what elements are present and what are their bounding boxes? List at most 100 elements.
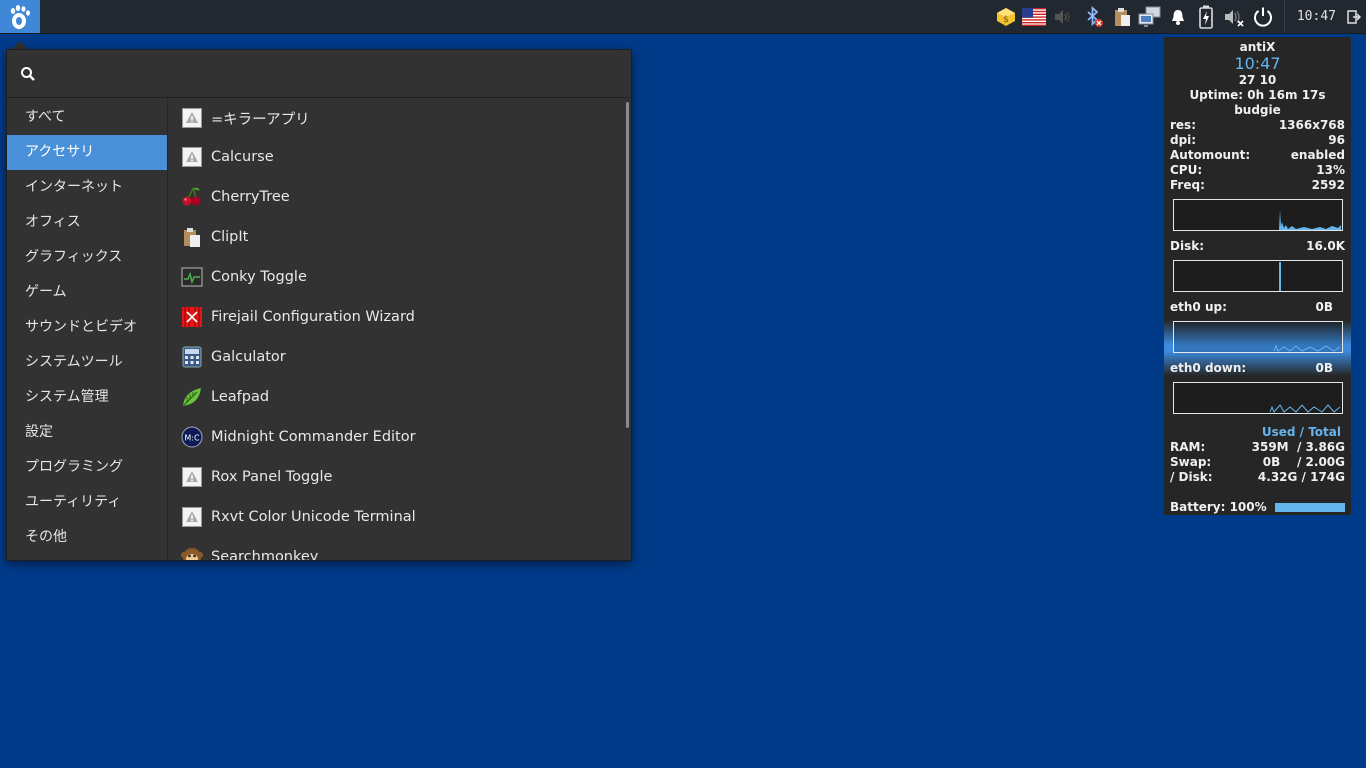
app-label: Rox Panel Toggle <box>211 469 333 485</box>
calculator-icon <box>181 346 203 368</box>
category-internet[interactable]: インターネット <box>7 170 167 205</box>
battery-label: Battery: 100% <box>1170 500 1267 514</box>
conky-used-total-header: Used / Total <box>1164 425 1351 440</box>
dpi-label: dpi: <box>1170 133 1197 147</box>
category-utilities[interactable]: ユーティリティ <box>7 485 167 520</box>
monitor-graph-icon <box>181 266 203 288</box>
app-label: Conky Toggle <box>211 269 307 285</box>
category-settings[interactable]: 設定 <box>7 415 167 450</box>
menu-pointer <box>12 41 28 49</box>
app-label: Searchmonkey <box>211 549 319 560</box>
disk-usage-label: / Disk: <box>1170 470 1213 484</box>
search-bar <box>7 50 631 98</box>
app-item-galculator[interactable]: Galculator <box>168 337 631 377</box>
clipboard-icon <box>181 226 203 248</box>
generic-app-icon <box>181 146 203 168</box>
category-administration[interactable]: システム管理 <box>7 380 167 415</box>
conky-system-monitor: antiX 10:47 27 10 Uptime: 0h 16m 17s bud… <box>1164 37 1351 515</box>
notification-bell-icon[interactable] <box>1166 5 1190 29</box>
category-games[interactable]: ゲーム <box>7 275 167 310</box>
search-icon <box>21 67 35 81</box>
dpi-value: 96 <box>1328 133 1345 147</box>
eth0-up-graph <box>1172 321 1343 353</box>
app-item-clipit[interactable]: ClipIt <box>168 217 631 257</box>
automount-value: enabled <box>1290 148 1345 162</box>
category-office[interactable]: オフィス <box>7 205 167 240</box>
app-item-midnight-commander-editor[interactable]: M:C Midnight Commander Editor <box>168 417 631 457</box>
conky-dpi-row: dpi: 96 <box>1164 133 1351 148</box>
disk-graph <box>1172 260 1343 292</box>
disk-label: Disk: <box>1170 239 1204 253</box>
battery-bar-fill <box>1275 503 1345 512</box>
eth0-up-value: 0B <box>1315 300 1334 314</box>
battery-bar <box>1275 503 1345 512</box>
app-item-searchmonkey[interactable]: Searchmonkey <box>168 537 631 560</box>
volume-muted-icon[interactable] <box>1222 5 1246 29</box>
app-item-firejail-wizard[interactable]: Firejail Configuration Wizard <box>168 297 631 337</box>
app-label: Calcurse <box>211 149 274 165</box>
battery-charging-icon[interactable] <box>1194 5 1218 29</box>
conky-hostname: antiX <box>1239 40 1276 54</box>
volume-muted-icon[interactable] <box>1050 5 1074 29</box>
app-item-rox-panel-toggle[interactable]: Rox Panel Toggle <box>168 457 631 497</box>
clipboard-icon[interactable] <box>1110 5 1134 29</box>
category-sound-video[interactable]: サウンドとビデオ <box>7 310 167 345</box>
conky-eth0-down-row: eth0 down: 0B <box>1164 361 1351 376</box>
top-panel: $ 10:47 <box>0 0 1366 34</box>
cpu-graph <box>1172 199 1343 231</box>
us-flag-icon[interactable] <box>1021 5 1046 29</box>
category-other[interactable]: その他 <box>7 520 167 555</box>
ram-label: RAM: <box>1170 440 1206 454</box>
svg-text:$: $ <box>1003 15 1009 25</box>
app-item-cherrytree[interactable]: CherryTree <box>168 177 631 217</box>
app-item-conky-toggle[interactable]: Conky Toggle <box>168 257 631 297</box>
conky-ram-row: RAM: 359M / 3.86G <box>1164 440 1351 455</box>
category-all[interactable]: すべて <box>7 100 167 135</box>
conky-eth0-up-row: eth0 up: 0B <box>1164 300 1351 315</box>
app-item-leafpad[interactable]: Leafpad <box>168 377 631 417</box>
search-input[interactable] <box>47 58 621 90</box>
disk-value: 16.0K <box>1306 239 1345 253</box>
app-item-killer-app[interactable]: =キラーアプリ <box>168 99 631 137</box>
category-graphics[interactable]: グラフィックス <box>7 240 167 275</box>
app-label: Rxvt Color Unicode Terminal <box>211 509 416 525</box>
eth0-down-value: 0B <box>1315 361 1334 375</box>
conky-date: 27 10 <box>1238 73 1277 87</box>
generic-app-icon <box>181 107 203 129</box>
power-icon[interactable] <box>1250 5 1276 29</box>
category-programming[interactable]: プログラミング <box>7 450 167 485</box>
app-label: Leafpad <box>211 389 270 405</box>
disk-usage-value: 4.32G / 174G <box>1257 470 1345 484</box>
eth0-up-graph-line <box>1273 344 1340 352</box>
eth0-down-graph <box>1172 382 1343 414</box>
conky-disk-usage-row: / Disk: 4.32G / 174G <box>1164 470 1351 485</box>
logout-icon[interactable] <box>1346 5 1362 29</box>
conky-uptime: Uptime: 0h 16m 17s <box>1189 88 1326 102</box>
app-label: =キラーアプリ <box>211 111 310 128</box>
app-menu-popup: すべて アクセサリ インターネット オフィス グラフィックス ゲーム サウンドと… <box>6 49 632 561</box>
app-list-scrollbar[interactable] <box>626 102 629 428</box>
app-label: CherryTree <box>211 189 290 205</box>
conky-cpu-row: CPU: 13% <box>1164 163 1351 178</box>
bluetooth-off-icon[interactable] <box>1082 5 1106 29</box>
res-label: res: <box>1170 118 1196 132</box>
package-updates-icon[interactable]: $ <box>994 5 1018 29</box>
app-menu-button[interactable] <box>0 0 40 33</box>
cpu-graph-line <box>1278 210 1341 230</box>
app-item-rxvt-unicode[interactable]: Rxvt Color Unicode Terminal <box>168 497 631 537</box>
panel-clock[interactable]: 10:47 <box>1283 0 1344 33</box>
app-label: Midnight Commander Editor <box>211 429 416 445</box>
network-icon[interactable] <box>1138 5 1162 29</box>
eth0-up-label: eth0 up: <box>1170 300 1227 314</box>
category-accessories[interactable]: アクセサリ <box>7 135 167 170</box>
app-label: ClipIt <box>211 229 249 245</box>
cpu-value: 13% <box>1316 163 1345 177</box>
mc-icon: M:C <box>181 426 203 448</box>
app-item-calcurse[interactable]: Calcurse <box>168 137 631 177</box>
conky-battery-row: Battery: 100% <box>1164 500 1351 515</box>
swap-value: 0B / 2.00G <box>1262 455 1345 469</box>
firejail-icon <box>181 306 203 328</box>
category-system-tools[interactable]: システムツール <box>7 345 167 380</box>
conky-time: 10:47 <box>1234 54 1281 73</box>
cherry-icon <box>181 186 203 208</box>
